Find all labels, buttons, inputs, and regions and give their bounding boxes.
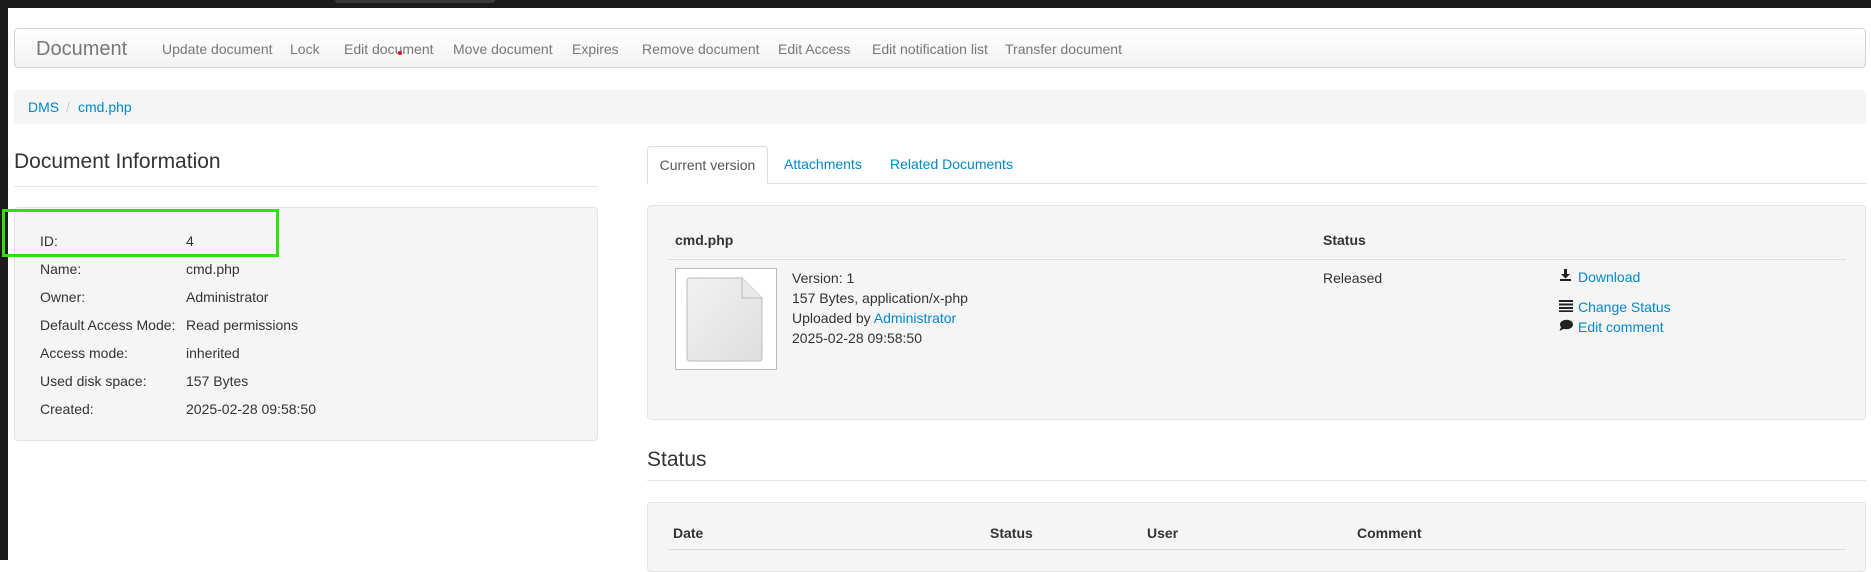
window-top-tab [335, 0, 495, 3]
nav-edit-document[interactable]: Edit document [344, 29, 434, 69]
change-status-link[interactable]: Change Status [1578, 299, 1671, 315]
breadcrumb-root[interactable]: DMS [28, 90, 59, 124]
info-label-owner: Owner: [40, 289, 86, 305]
document-navbar: Document Update document Lock Edit docum… [14, 28, 1866, 68]
info-value-access-mode: inherited [186, 345, 240, 361]
divider [14, 186, 598, 187]
info-value-default-access: Read permissions [186, 317, 299, 333]
status-col-user: User [1147, 525, 1179, 541]
cursor-marker [398, 51, 402, 55]
tab-attachments[interactable]: Attachments [784, 146, 862, 183]
info-value-created: 2025-02-28 09:58:50 [186, 401, 316, 417]
info-value-disk-space: 157 Bytes [186, 373, 249, 389]
divider [668, 259, 1846, 260]
divider [668, 549, 1846, 550]
uploaded-by-label: Uploaded by [792, 310, 871, 326]
nav-expires[interactable]: Expires [572, 29, 619, 69]
uploader-link[interactable]: Administrator [874, 310, 956, 326]
tab-related-documents[interactable]: Related Documents [890, 146, 1013, 183]
version-date: 2025-02-28 09:58:50 [792, 330, 922, 346]
info-label-disk-space: Used disk space: [40, 373, 147, 389]
divider [647, 480, 1866, 481]
list-icon [1559, 298, 1573, 315]
version-number: Version: 1 [792, 270, 855, 286]
version-col-status: Status [1323, 232, 1366, 248]
version-size-type: 157 Bytes, application/x-php [792, 290, 968, 306]
nav-transfer-document[interactable]: Transfer document [1005, 29, 1122, 69]
tab-current-version[interactable]: Current version [647, 146, 768, 184]
navbar-brand[interactable]: Document [36, 29, 127, 69]
version-col-name: cmd.php [675, 232, 734, 248]
breadcrumb: DMS / cmd.php [14, 90, 1866, 124]
status-history-panel [647, 502, 1866, 572]
info-value-owner-link[interactable]: Administrator [186, 289, 268, 305]
version-status: Released [1323, 270, 1383, 286]
status-section-title: Status [647, 448, 707, 471]
nav-update-document[interactable]: Update document [162, 29, 273, 69]
nav-edit-access[interactable]: Edit Access [778, 29, 850, 69]
status-col-date: Date [673, 525, 704, 541]
breadcrumb-current[interactable]: cmd.php [78, 90, 132, 124]
info-label-name: Name: [40, 261, 82, 277]
highlight-box [2, 209, 279, 257]
file-icon [686, 277, 763, 362]
status-col-comment: Comment [1357, 525, 1422, 541]
download-link[interactable]: Download [1578, 269, 1640, 285]
info-value-name: cmd.php [186, 261, 240, 277]
nav-edit-notification-list[interactable]: Edit notification list [872, 29, 988, 69]
info-label-default-access: Default Access Mode: [40, 317, 176, 333]
download-icon [1559, 268, 1572, 285]
window-left-edge [0, 8, 8, 560]
tabs-underline [646, 183, 1866, 184]
info-label-created: Created: [40, 401, 94, 417]
info-label-access-mode: Access mode: [40, 345, 128, 361]
status-col-status: Status [990, 525, 1033, 541]
comment-icon [1559, 318, 1573, 335]
breadcrumb-separator: / [66, 99, 70, 115]
version-uploaded-by: Uploaded by Administrator [792, 310, 956, 326]
window-top-bar [0, 0, 1871, 8]
edit-comment-link[interactable]: Edit comment [1578, 319, 1664, 335]
nav-lock[interactable]: Lock [290, 29, 320, 69]
nav-remove-document[interactable]: Remove document [642, 29, 760, 69]
document-info-title: Document Information [14, 150, 221, 173]
nav-move-document[interactable]: Move document [453, 29, 553, 69]
